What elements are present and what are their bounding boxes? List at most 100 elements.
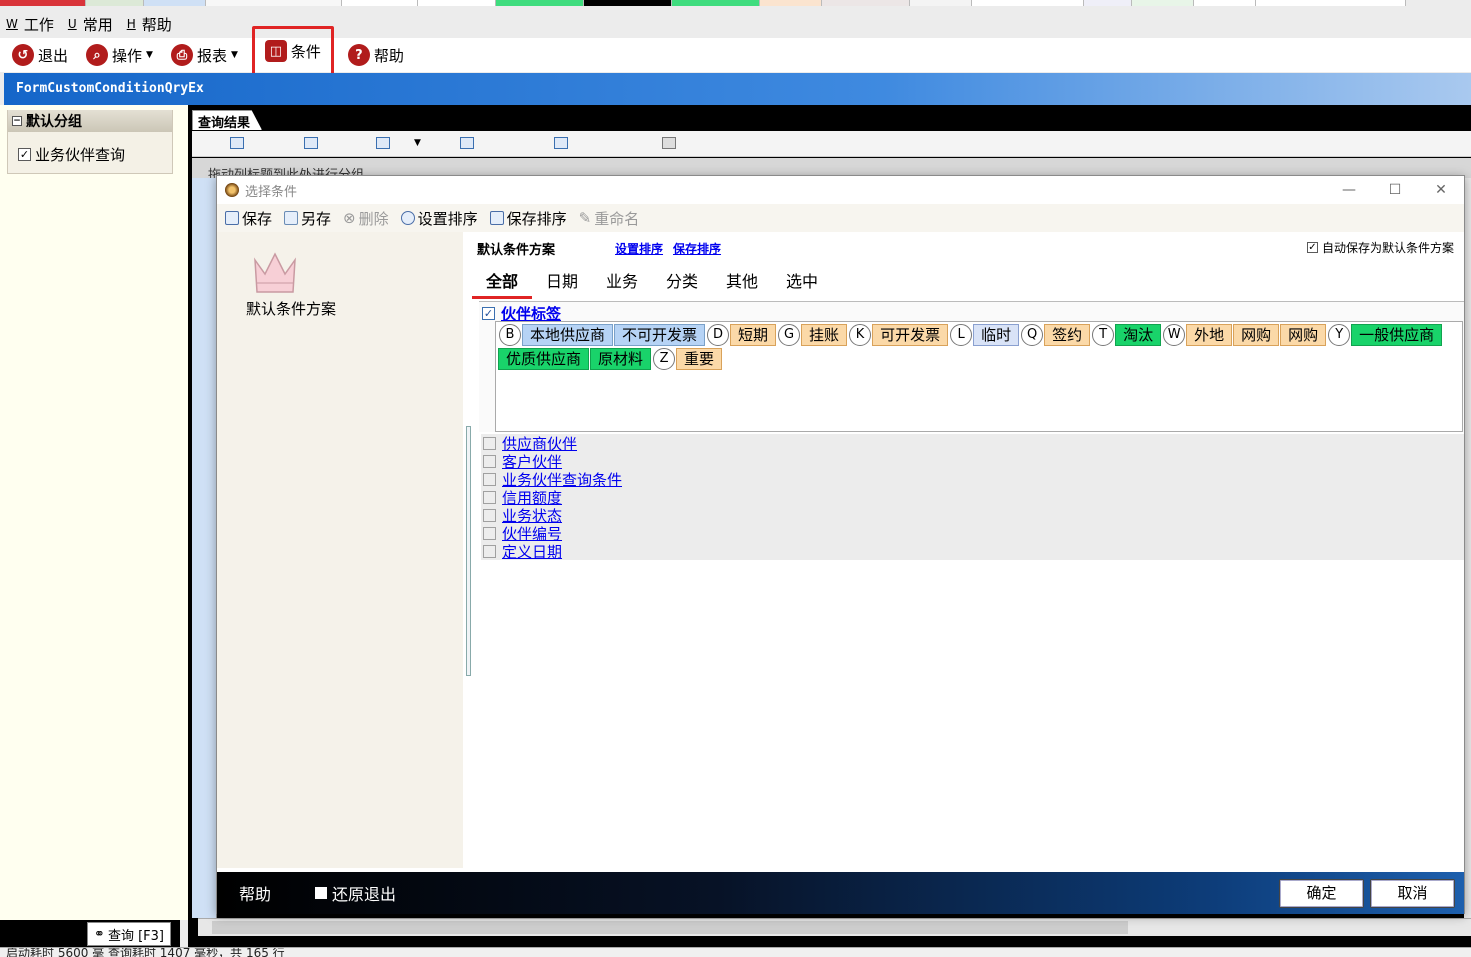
print-icon[interactable] (554, 137, 568, 149)
tag-chip[interactable]: 淘汰 (1115, 324, 1162, 346)
list-item[interactable]: 客户伙伴 (481, 452, 1464, 471)
rename-label: 重命名 (594, 209, 640, 228)
tag-chip[interactable]: 优质供应商 (498, 348, 590, 370)
maximize-icon[interactable]: ☐ (1372, 176, 1418, 204)
dialog-titlebar: 选择条件 — ☐ ✕ (217, 176, 1464, 204)
exit-button[interactable]: ↺ 退出 (8, 40, 72, 70)
checkbox-icon[interactable] (483, 526, 496, 540)
tag-chip[interactable]: 可开发票 (872, 324, 949, 346)
tag-chip[interactable]: 原材料 (590, 348, 652, 370)
tag-row-2: 优质供应商 原材料 Z 重要 (498, 348, 723, 370)
close-icon[interactable]: ✕ (1418, 176, 1464, 204)
group-by-icon[interactable] (230, 137, 244, 149)
menu-work-label: 工作 (23, 15, 54, 34)
condition-link[interactable]: 定义日期 (502, 541, 562, 562)
checkbox-icon[interactable] (483, 490, 496, 504)
set-sort-button[interactable]: 设置排序 (400, 208, 478, 229)
tab-business[interactable]: 业务 (592, 267, 652, 299)
operate-button[interactable]: ⌕ 操作 ▼ (82, 40, 157, 70)
pane-splitter[interactable] (466, 426, 471, 676)
rename-button[interactable]: ✎ 重命名 (579, 208, 640, 229)
settings-icon[interactable] (662, 137, 676, 149)
cancel-button[interactable]: 取消 (1370, 879, 1455, 908)
question-icon: ? (347, 44, 370, 66)
tag-chip[interactable]: 临时 (973, 324, 1020, 346)
tag-chip[interactable]: 不可开发票 (614, 324, 706, 346)
tag-chip[interactable]: 一般供应商 (1351, 324, 1443, 346)
crown-icon[interactable] (253, 250, 297, 296)
export-icon[interactable] (376, 137, 390, 149)
database-save-icon (489, 211, 504, 225)
save-as-button[interactable]: 另存 (284, 208, 331, 229)
exit-icon: ↺ (12, 44, 34, 66)
top-color-strip (0, 0, 1471, 6)
tab-other[interactable]: 其他 (712, 267, 772, 299)
operate-label: 操作 (112, 46, 143, 65)
set-sort-link[interactable]: 设置排序 (615, 240, 663, 257)
list-item[interactable]: 信用额度 (481, 488, 1464, 507)
group-header[interactable]: − 默认分组 (8, 110, 172, 132)
checkbox-icon[interactable] (483, 436, 496, 450)
collapse-icon[interactable]: − (12, 116, 22, 126)
checkbox-icon[interactable] (483, 508, 496, 522)
checkbox-icon[interactable] (483, 544, 496, 558)
tab-all[interactable]: 全部 (472, 267, 532, 299)
list-item[interactable]: 业务伙伴查询条件 (481, 470, 1464, 489)
save-sort-link[interactable]: 保存排序 (673, 240, 721, 257)
checkbox-icon[interactable] (483, 454, 496, 468)
checkbox-icon[interactable] (315, 887, 328, 899)
tag-chip[interactable]: 挂账 (801, 324, 848, 346)
save-sort-button[interactable]: 保存排序 (489, 208, 567, 229)
auto-save-checkbox[interactable]: ✓ 自动保存为默认条件方案 (1306, 239, 1454, 256)
group-item-partner-query[interactable]: ✓ 业务伙伴查询 (18, 144, 125, 165)
checkbox-checked-icon[interactable]: ✓ (18, 148, 31, 161)
tag-letter-icon: K (849, 324, 872, 346)
ok-button[interactable]: 确定 (1279, 879, 1364, 908)
checkbox-checked-icon[interactable]: ✓ (482, 307, 495, 320)
tab-date[interactable]: 日期 (532, 267, 592, 299)
tag-letter-icon: Q (1021, 324, 1044, 346)
horizontal-scrollbar[interactable] (198, 918, 1471, 936)
binoculars-icon: ⚭ (94, 926, 105, 942)
delete-button[interactable]: ⊗ 删除 (343, 208, 389, 229)
list-item[interactable]: 供应商伙伴 (481, 434, 1464, 453)
tag-letter-icon: Y (1328, 324, 1351, 346)
report-button[interactable]: ⎙ 报表 ▼ (167, 40, 242, 70)
tag-letter-icon: L (950, 324, 973, 346)
menu-work[interactable]: W 工作 (6, 14, 54, 35)
tag-chip[interactable]: 本地供应商 (522, 324, 614, 346)
columns-icon[interactable] (304, 137, 318, 149)
tag-letter-icon: B (499, 324, 521, 346)
status-text: 启动耗时 5600 毫 查询耗时 1407 毫秒，共 165 行 (6, 947, 285, 957)
query-button[interactable]: ⚭ 查询 [F3] (87, 922, 171, 946)
help-button[interactable]: ? 帮助 (344, 40, 408, 70)
tag-chip[interactable]: 重要 (676, 348, 723, 370)
group-item-label: 业务伙伴查询 (35, 146, 126, 164)
tag-chip[interactable]: 网购 (1280, 324, 1327, 346)
tag-chip[interactable]: 短期 (730, 324, 777, 346)
menu-help[interactable]: H 帮助 (127, 14, 172, 35)
checkbox-icon[interactable] (483, 472, 496, 486)
minimize-icon[interactable]: — (1326, 176, 1372, 204)
tag-chip[interactable]: 外地 (1186, 324, 1233, 346)
list-item[interactable]: 伙伴编号 (481, 524, 1464, 543)
find-icon[interactable] (460, 137, 474, 149)
export-dropdown-icon[interactable]: ▼ (414, 138, 421, 148)
save-button[interactable]: 保存 (225, 208, 272, 229)
tab-query-result[interactable]: 查询结果 (192, 110, 262, 130)
tab-category[interactable]: 分类 (652, 267, 712, 299)
footer-help-link[interactable]: 帮助 (239, 881, 271, 905)
restore-exit-checkbox[interactable]: 还原退出 (315, 881, 396, 905)
tag-chip[interactable]: 签约 (1044, 324, 1091, 346)
list-item[interactable]: 业务状态 (481, 506, 1464, 525)
tab-selected[interactable]: 选中 (772, 267, 832, 299)
menu-common[interactable]: U 常用 (68, 14, 113, 35)
tag-chip[interactable]: 网购 (1233, 324, 1280, 346)
checkbox-checked-icon[interactable]: ✓ (1306, 242, 1318, 253)
scroll-thumb[interactable] (212, 921, 1128, 934)
condition-button[interactable]: ◫ 条件 (251, 26, 334, 76)
scheme-item-label[interactable]: 默认条件方案 (233, 299, 349, 320)
tag-letter-icon: G (778, 324, 801, 346)
group-title: 默认分组 (26, 114, 82, 130)
list-item[interactable]: 定义日期 (481, 541, 1464, 562)
